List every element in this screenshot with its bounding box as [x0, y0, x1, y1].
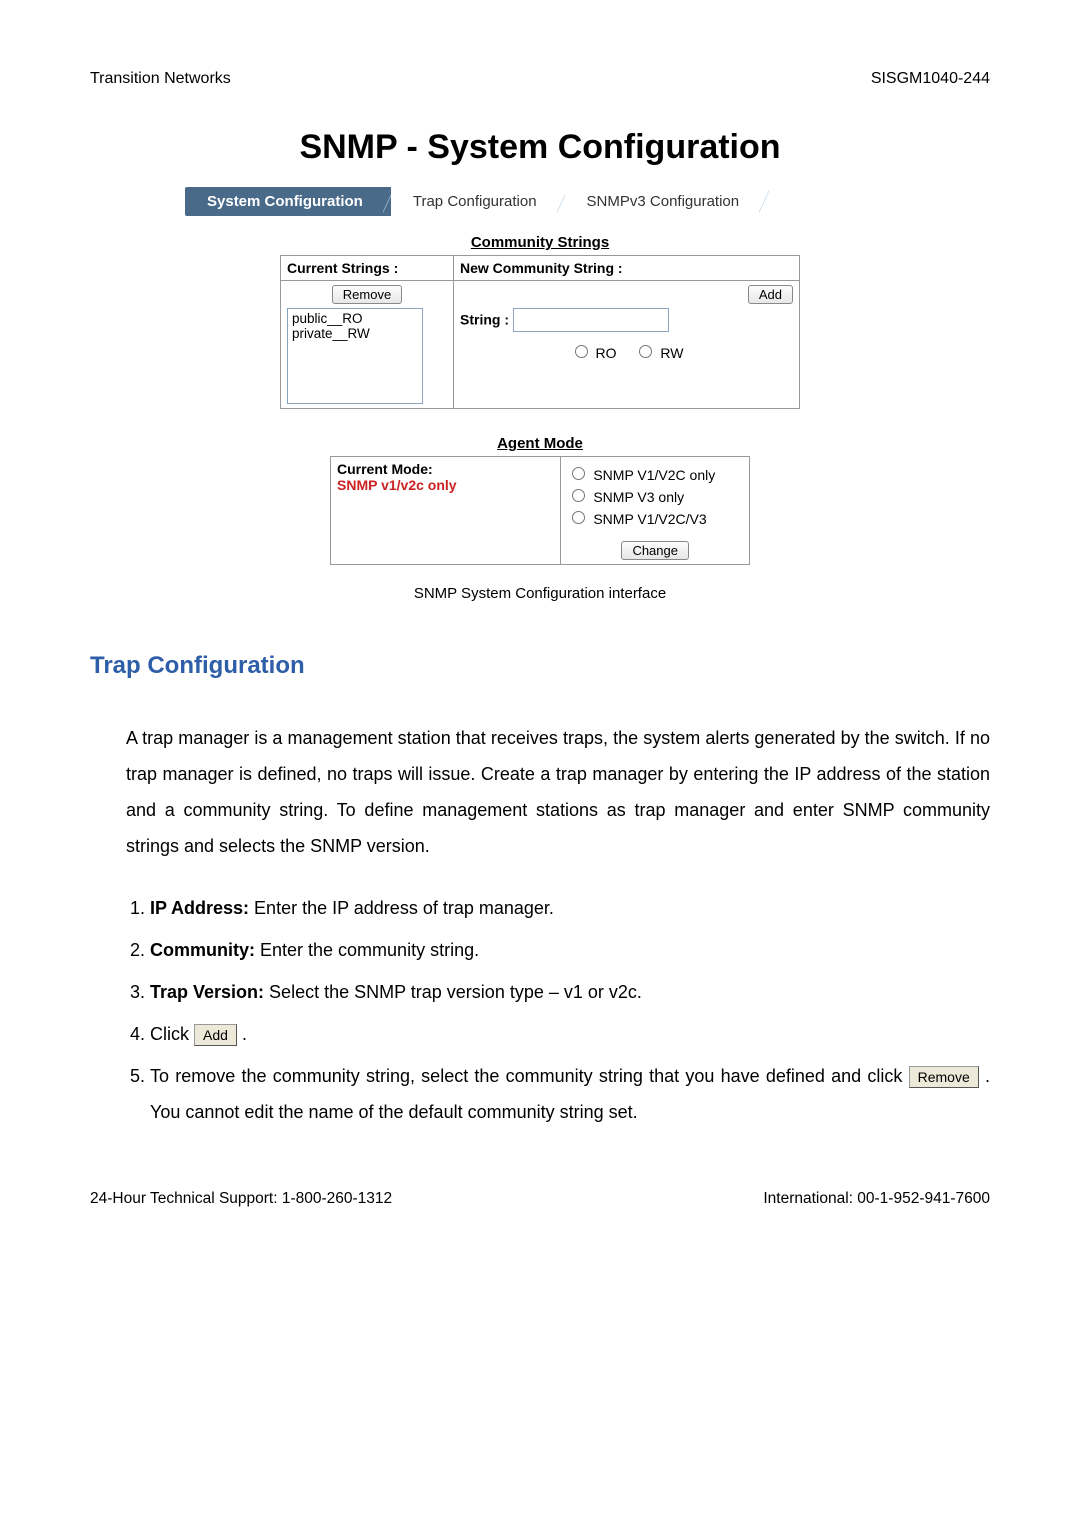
radio-ro[interactable]: RO — [570, 342, 617, 361]
list-item: Click Add . — [150, 1016, 990, 1052]
step-text: Enter the community string. — [255, 940, 479, 960]
footer-left: 24-Hour Technical Support: 1-800-260-131… — [90, 1190, 392, 1208]
step-label: Trap Version: — [150, 982, 264, 1002]
current-mode-label: Current Mode: — [337, 461, 433, 477]
radio-snmp-v1v2cv3-label: SNMP V1/V2C/V3 — [593, 511, 706, 527]
new-community-string-label: New Community String : — [460, 260, 623, 276]
tab-system-configuration[interactable]: System Configuration — [185, 187, 391, 216]
tab-trap-configuration[interactable]: Trap Configuration — [391, 187, 565, 216]
step-text: Select the SNMP trap version type – v1 o… — [264, 982, 642, 1002]
steps-list: IP Address: Enter the IP address of trap… — [90, 890, 990, 1130]
agent-mode-heading: Agent Mode — [330, 435, 750, 452]
header-left: Transition Networks — [90, 70, 231, 88]
add-button[interactable]: Add — [748, 285, 793, 304]
current-strings-listbox[interactable]: public__RO private__RW — [287, 308, 423, 404]
step-text-pre: To remove the community string, select t… — [150, 1066, 909, 1086]
string-field-label: String : — [460, 312, 509, 328]
list-item: To remove the community string, select t… — [150, 1058, 990, 1130]
step-text-post: . — [242, 1024, 247, 1044]
step-text: Enter the IP address of trap manager. — [249, 898, 554, 918]
tabs-bar: System Configuration Trap Configuration … — [185, 187, 990, 216]
community-strings-table: Current Strings : New Community String :… — [280, 255, 800, 409]
remove-button[interactable]: Remove — [332, 285, 402, 304]
radio-snmp-v3-only-label: SNMP V3 only — [593, 489, 684, 505]
list-item: Community: Enter the community string. — [150, 932, 990, 968]
radio-ro-input[interactable] — [575, 345, 588, 358]
body-paragraph: A trap manager is a management station t… — [126, 720, 990, 864]
radio-snmp-v3-only[interactable]: SNMP V3 only — [567, 486, 743, 505]
page-title: SNMP - System Configuration — [90, 128, 990, 167]
inline-remove-button: Remove — [909, 1066, 979, 1088]
current-strings-label: Current Strings : — [287, 260, 398, 276]
list-item[interactable]: public__RO — [290, 311, 420, 326]
list-item: IP Address: Enter the IP address of trap… — [150, 890, 990, 926]
step-label: IP Address: — [150, 898, 249, 918]
radio-snmp-v3-only-input[interactable] — [572, 489, 585, 502]
radio-snmp-v1v2cv3[interactable]: SNMP V1/V2C/V3 — [567, 508, 743, 527]
change-button[interactable]: Change — [621, 541, 689, 560]
radio-rw-label: RW — [660, 345, 683, 361]
radio-rw[interactable]: RW — [634, 342, 683, 361]
list-item: Trap Version: Select the SNMP trap versi… — [150, 974, 990, 1010]
community-string-input[interactable] — [513, 308, 669, 332]
radio-snmp-v1v2c-only-label: SNMP V1/V2C only — [593, 467, 715, 483]
footer-right: International: 00-1-952-941-7600 — [763, 1190, 990, 1208]
current-mode-value: SNMP v1/v2c only — [337, 477, 457, 493]
figure-caption: SNMP System Configuration interface — [90, 585, 990, 602]
agent-mode-table: Current Mode: SNMP v1/v2c only SNMP V1/V… — [330, 456, 750, 565]
radio-ro-label: RO — [595, 345, 616, 361]
step-text-pre: Click — [150, 1024, 194, 1044]
radio-snmp-v1v2cv3-input[interactable] — [572, 511, 585, 524]
header-right: SISGM1040-244 — [871, 70, 990, 88]
community-strings-heading: Community Strings — [280, 234, 800, 251]
step-label: Community: — [150, 940, 255, 960]
radio-snmp-v1v2c-only-input[interactable] — [572, 467, 585, 480]
radio-rw-input[interactable] — [639, 345, 652, 358]
section-heading: Trap Configuration — [90, 652, 990, 680]
radio-snmp-v1v2c-only[interactable]: SNMP V1/V2C only — [567, 464, 743, 483]
tab-snmpv3-configuration[interactable]: SNMPv3 Configuration — [565, 187, 768, 216]
list-item[interactable]: private__RW — [290, 326, 420, 341]
inline-add-button: Add — [194, 1024, 237, 1046]
